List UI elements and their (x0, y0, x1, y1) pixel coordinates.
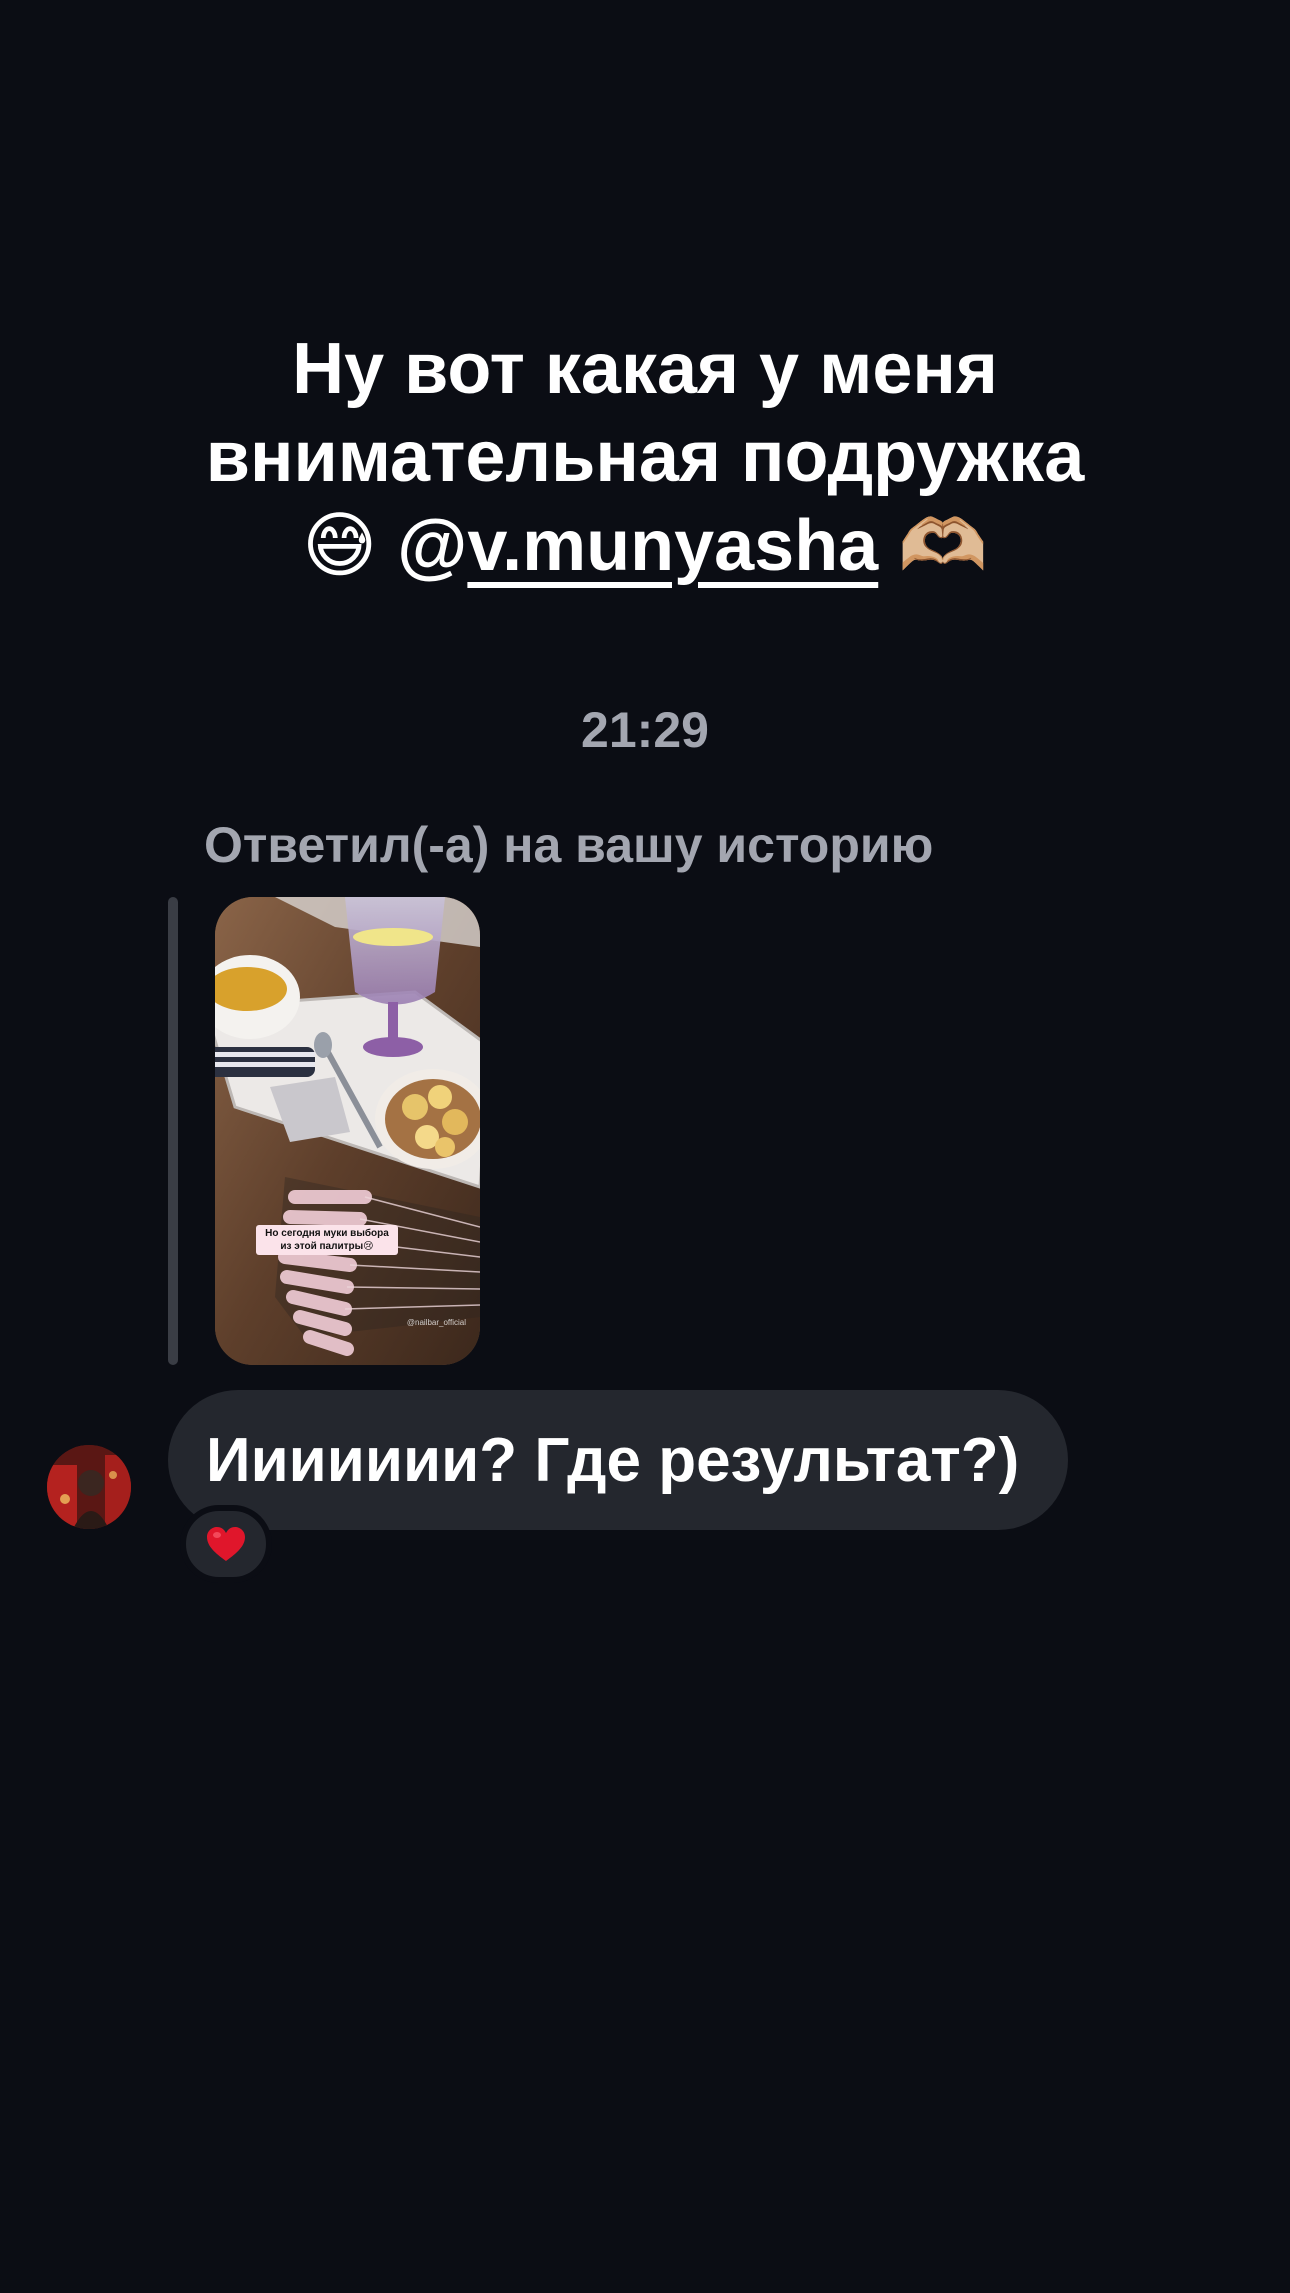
sender-avatar[interactable] (47, 1445, 131, 1529)
message-reaction[interactable] (180, 1505, 272, 1583)
reply-quote-bar (168, 897, 178, 1365)
message-timestamp: 21:29 (581, 702, 709, 758)
caption-line-1: Ну вот какая у меня (292, 329, 998, 409)
heart-hands-emoji-icon: 🫶🏼 (898, 503, 988, 587)
mention-name: v.munyasha (467, 506, 879, 586)
story-photo-icon (215, 897, 480, 1365)
story-caption: Ну вот какая у меня внимательная подружк… (95, 325, 1195, 590)
at-icon: @ (397, 506, 468, 586)
story-handle: @nailbar_official (406, 1318, 466, 1327)
mention-link[interactable]: @v.munyasha (397, 506, 878, 586)
caption-line-2: внимательная подружка (205, 417, 1085, 497)
story-reply-label: Ответил(-а) на вашу историю (204, 817, 934, 873)
sweat-smile-emoji-icon: 😅 (302, 503, 378, 587)
message-text: Иииииии? Где результат?) (206, 1425, 1020, 1495)
message-bubble[interactable]: Иииииии? Где результат?) (168, 1390, 1068, 1530)
story-sticker-text: Но сегодня муки выбора из этой палитры😢 (256, 1225, 398, 1255)
caption-line-3: 😅 @v.munyasha 🫶🏼 (95, 501, 1195, 590)
story-thumbnail[interactable]: Но сегодня муки выбора из этой палитры😢 … (215, 897, 480, 1365)
red-heart-icon (207, 1527, 245, 1561)
avatar-photo-icon (47, 1445, 131, 1529)
